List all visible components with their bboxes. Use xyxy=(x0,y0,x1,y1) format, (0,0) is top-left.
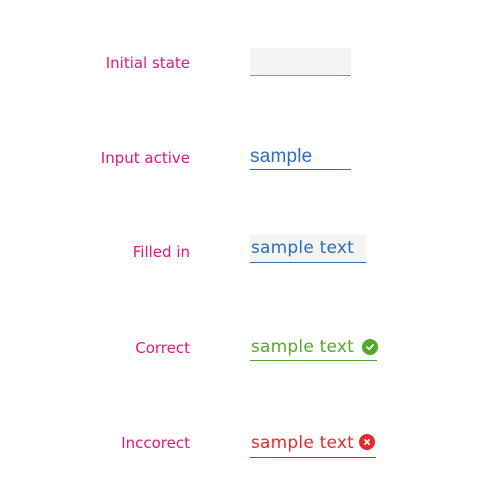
state-row-initial: Initial state xyxy=(0,47,500,93)
input-value: sample text xyxy=(251,336,354,357)
state-label: Correct xyxy=(135,339,190,357)
text-input-initial[interactable] xyxy=(250,48,351,76)
state-label: Filled in xyxy=(132,243,190,261)
input-value: sample text xyxy=(251,432,354,453)
state-row-filled: Filled in sample text xyxy=(0,233,500,279)
state-row-incorrect: Inccorect sample text xyxy=(0,428,500,474)
state-row-correct: Correct sample text xyxy=(0,332,500,378)
text-input-filled[interactable]: sample text xyxy=(250,234,366,263)
text-input-correct[interactable]: sample text xyxy=(250,334,377,361)
input-value: sample xyxy=(250,146,313,167)
state-label: Inccorect xyxy=(121,434,190,452)
state-label: Initial state xyxy=(105,54,190,72)
state-label: Input active xyxy=(100,149,190,167)
input-value: sample text xyxy=(251,237,354,258)
state-row-active: Input active sample xyxy=(0,142,500,188)
input-states-canvas: Initial state Input active sample Filled… xyxy=(0,0,500,500)
check-circle-icon xyxy=(362,339,378,355)
text-input-active[interactable]: sample xyxy=(250,144,351,170)
text-input-incorrect[interactable]: sample text xyxy=(250,429,376,458)
error-circle-icon xyxy=(359,434,375,450)
